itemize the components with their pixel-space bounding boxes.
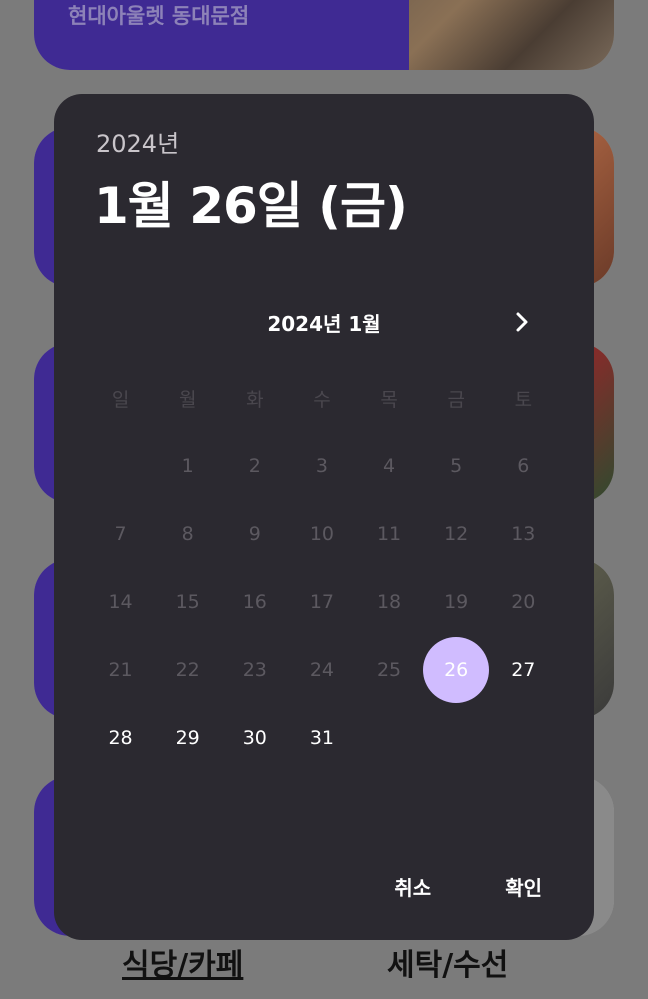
day-number: 17 (309, 591, 335, 613)
day-cell: 9 (221, 500, 288, 568)
store-photo (409, 0, 614, 70)
day-cell: 20 (490, 568, 557, 636)
day-number: 12 (444, 523, 469, 545)
weekday-label: 수 (313, 388, 331, 411)
calendar-grid: 일월화수목금토 1 2 3 4 5 6 7 8 9 10 11 12 13 14 15 16 17 18 19 20 2… (87, 364, 557, 772)
day-cell: 2 (221, 432, 288, 500)
day-number: 11 (376, 523, 402, 545)
empty-day-cell (423, 704, 490, 772)
empty-day-cell (87, 432, 154, 500)
day-cell: 5 (423, 432, 490, 500)
day-cell[interactable]: 31 (288, 704, 355, 772)
weekday-label: 목 (380, 388, 398, 411)
chevron-right-icon (516, 312, 528, 332)
day-cell: 13 (490, 500, 557, 568)
month-navigation: 2024년 1월 (54, 302, 594, 342)
day-cell: 6 (490, 432, 557, 500)
store-name: 현대아울렛 동대문점 (68, 4, 250, 28)
day-number: 26 (444, 659, 469, 681)
weekday-header: 일월화수목금토 (87, 364, 557, 432)
day-cell: 15 (154, 568, 221, 636)
day-cell: 3 (288, 432, 355, 500)
day-number: 21 (108, 659, 133, 681)
cancel-button[interactable]: 취소 (364, 864, 461, 908)
day-number: 5 (450, 455, 463, 477)
day-number: 19 (444, 591, 469, 613)
selected-day[interactable]: 26 (423, 636, 490, 704)
day-number: 10 (309, 523, 335, 545)
day-cell: 23 (221, 636, 288, 704)
day-cell[interactable]: 29 (154, 704, 221, 772)
day-number: 22 (175, 659, 200, 681)
weekday-label: 금 (447, 388, 465, 411)
day-number: 18 (376, 591, 402, 613)
day-cell: 16 (221, 568, 288, 636)
day-number: 13 (511, 523, 536, 545)
day-number: 3 (315, 455, 328, 477)
empty-day-cell (490, 704, 557, 772)
header-selected-date: 1월 26일 (금) (94, 177, 408, 235)
weekday-label: 월 (178, 388, 197, 411)
day-cell: 14 (87, 568, 154, 636)
dialog-actions: 취소 확인 (364, 864, 594, 908)
day-number: 27 (511, 659, 536, 681)
day-cell: 7 (87, 500, 154, 568)
weekday-label: 화 (246, 388, 264, 411)
day-cell: 19 (423, 568, 490, 636)
day-cell[interactable]: 27 (490, 636, 557, 704)
day-cell: 24 (288, 636, 355, 704)
day-cell: 4 (356, 432, 423, 500)
day-number: 25 (376, 659, 402, 681)
empty-day-cell (356, 704, 423, 772)
day-number: 20 (511, 591, 536, 613)
day-cell[interactable]: 30 (221, 704, 288, 772)
day-number: 29 (175, 727, 200, 749)
day-cell: 8 (154, 500, 221, 568)
day-cell: 11 (356, 500, 423, 568)
day-number: 16 (242, 591, 267, 613)
week-row: 7 8 9 10 11 12 13 (87, 500, 557, 568)
day-number: 28 (108, 727, 133, 749)
day-number: 4 (383, 455, 396, 477)
day-number: 14 (108, 591, 133, 613)
tab-food-cafe: 식당/카페 (122, 948, 244, 983)
day-cell: 25 (356, 636, 423, 704)
day-number: 23 (242, 659, 267, 681)
header-year: 2024년 (96, 130, 180, 158)
confirm-button[interactable]: 확인 (475, 864, 594, 908)
day-cell: 18 (356, 568, 423, 636)
day-number: 30 (242, 727, 267, 749)
day-cell: 10 (288, 500, 355, 568)
day-number: 6 (517, 455, 530, 477)
store-card: 현대아울렛 동대문점 (34, 0, 614, 70)
day-cell: 17 (288, 568, 355, 636)
tab-laundry-repair: 세탁/수선 (387, 948, 509, 983)
week-row: 1 2 3 4 5 6 (87, 432, 557, 500)
day-cell: 21 (87, 636, 154, 704)
day-cell: 22 (154, 636, 221, 704)
date-picker-dialog: 2024년 1월 26일 (금) 2024년 1월 일월화수목금토 123456… (54, 94, 594, 940)
week-row: 14 15 16 17 18 19 20 (87, 568, 557, 636)
weekday-label: 토 (514, 388, 533, 411)
calendar-weeks: 1 2 3 4 5 6 7 8 9 10 11 12 13 14 15 16 17 18 19 20 21 22 23 24 2… (87, 432, 557, 772)
day-number: 8 (181, 523, 194, 545)
day-number: 24 (309, 659, 335, 681)
week-row: 21 22 23 24 25 26 27 (87, 636, 557, 704)
next-month-button[interactable] (498, 302, 546, 342)
day-cell: 1 (154, 432, 221, 500)
week-row: 28 29 30 31 (87, 704, 557, 772)
category-tabs: 식당/카페 세탁/수선 (0, 936, 648, 999)
day-number: 9 (248, 523, 261, 545)
day-number: 15 (175, 591, 200, 613)
day-number: 1 (181, 455, 194, 477)
day-number: 2 (248, 455, 261, 477)
day-cell: 12 (423, 500, 490, 568)
day-number: 7 (114, 523, 127, 545)
weekday-label: 일 (111, 388, 130, 411)
day-cell[interactable]: 28 (87, 704, 154, 772)
day-number: 31 (309, 727, 335, 749)
